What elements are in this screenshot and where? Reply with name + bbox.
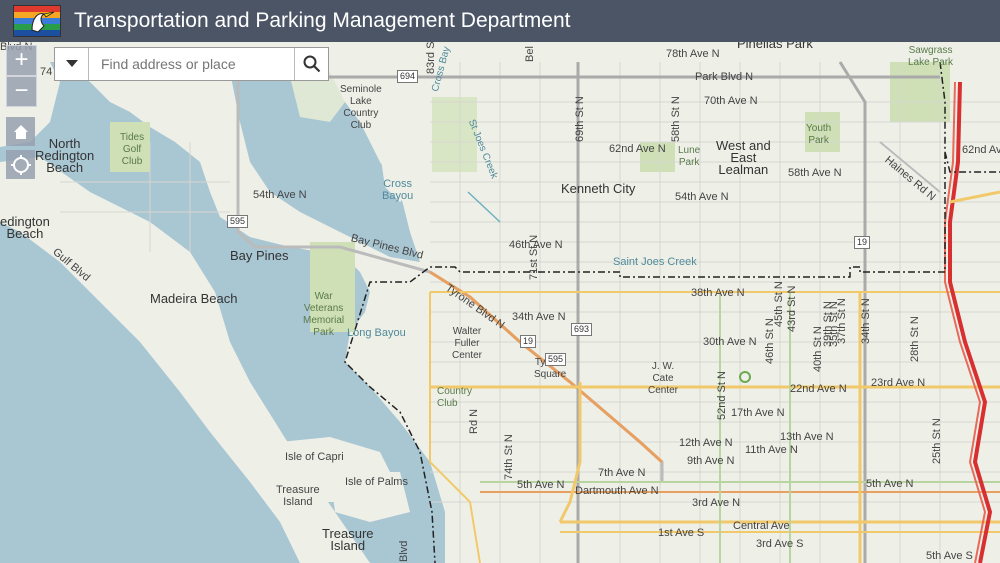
label-saint-joes-creek: Saint Joes Creek: [613, 256, 697, 268]
street-5th-ave-n-left: 5th Ave N: [517, 479, 565, 491]
street-30th-ave-n: 30th Ave N: [703, 336, 757, 348]
street-rd-n: Rd N: [468, 408, 480, 434]
street-17th-ave-n: 17th Ave N: [731, 407, 785, 419]
street-34th-st-n: 34th St N: [860, 298, 872, 344]
label-long-bayou: Long Bayou: [347, 327, 406, 339]
street-69th-st-n: 69th St N: [574, 96, 586, 142]
street-54th-ave-n-left: 54th Ave N: [253, 189, 307, 201]
street-3rd-ave-s: 3rd Ave S: [756, 538, 804, 550]
label-north-redington-beach: North Redington Beach: [35, 136, 95, 175]
street-38th-ave-n: 38th Ave N: [691, 287, 745, 299]
label-sawgrass-lake-park: Sawgrass Lake Park: [908, 45, 954, 68]
label-treasure-island: Treasure Island: [322, 526, 374, 553]
route-shield-19-a: 19: [854, 236, 871, 249]
street-62nd-ave-n-right: 62nd Ave N: [962, 144, 1000, 156]
label-war-veterans-memorial-park: War Veterans Memorial Park: [303, 291, 345, 338]
street-central-ave: Central Ave: [733, 520, 790, 532]
zoom-out-button[interactable]: −: [6, 76, 37, 107]
route-shield-693: 693: [571, 323, 593, 336]
street-35th-st-n: 35th St N: [828, 301, 840, 347]
street-left-cut-b: 74: [40, 66, 53, 78]
street-25th-st-n: 25th St N: [931, 418, 943, 464]
street-3rd-ave-n: 3rd Ave N: [692, 497, 741, 509]
label-bay-pines: Bay Pines: [230, 248, 289, 263]
label-tides-golf-club: Tides Golf Club: [120, 132, 145, 167]
street-62nd-ave-n: 62nd Ave N: [609, 143, 666, 155]
label-treasure-island-small: Treasure Island: [276, 484, 320, 508]
street-58th-ave-n: 58th Ave N: [788, 167, 842, 179]
street-12th-ave-n: 12th Ave N: [679, 437, 733, 449]
label-madeira-beach: Madeira Beach: [150, 291, 238, 306]
street-5th-ave-s: 5th Ave S: [926, 550, 973, 562]
search-source-dropdown[interactable]: [55, 48, 89, 80]
street-9th-ave-n: 9th Ave N: [687, 455, 735, 467]
label-seminole-lake-cc: Seminole Lake Country Club: [340, 84, 382, 131]
route-shield-595: 595: [227, 215, 249, 228]
locate-icon: [10, 154, 31, 175]
street-34th-ave-n: 34th Ave N: [512, 311, 566, 323]
map-view[interactable]: North Redington Beach edington Beach Bay…: [0, 37, 1000, 563]
street-54th-ave-n-mid: 54th Ave N: [675, 191, 729, 203]
search-widget: [54, 47, 329, 81]
search-icon: [303, 55, 320, 73]
label-lune-park: Lune Park: [678, 145, 701, 168]
street-71st-st-n: 71st St N: [528, 234, 540, 280]
label-kenneth-city: Kenneth City: [561, 181, 636, 196]
street-22nd-ave-n: 22nd Ave N: [790, 383, 847, 395]
street-83rd-st: 83rd St: [425, 38, 437, 74]
label-redington-beach: edington Beach: [0, 214, 50, 241]
app-header: Transportation and Parking Management De…: [0, 0, 1000, 42]
label-isle-of-capri: Isle of Capri: [285, 451, 344, 463]
home-icon: [13, 124, 28, 139]
street-dartmouth-ave-n: Dartmouth Ave N: [575, 485, 659, 497]
route-shield-595-b: 595: [545, 353, 567, 366]
street-bel: Bel: [524, 46, 536, 62]
zoom-control: + −: [6, 45, 37, 107]
label-isle-of-palms: Isle of Palms: [345, 476, 408, 488]
street-45th-st-n: 45th St N: [773, 281, 785, 327]
city-logo: [13, 5, 61, 37]
street-52nd-st-n: 52nd St N: [716, 371, 728, 420]
label-walter-fuller-center: Walter Fuller Center: [452, 326, 483, 361]
street-park-blvd-n: Park Blvd N: [695, 71, 754, 83]
street-43rd-st-n: 43rd St N: [786, 285, 798, 332]
street-5th-ave-n-right: 5th Ave N: [866, 478, 914, 490]
label-country-club: Country Club: [437, 386, 473, 409]
search-input[interactable]: [89, 48, 294, 80]
street-11th-ave-n: 11th Ave N: [745, 444, 798, 456]
page-title: Transportation and Parking Management De…: [74, 9, 571, 32]
label-jw-cate-center: J. W. Cate Center: [648, 361, 679, 396]
street-70th-ave-n: 70th Ave N: [704, 95, 758, 107]
route-shield-694: 694: [397, 70, 419, 83]
street-13th-ave-n: 13th Ave N: [780, 431, 834, 443]
street-blvd-bottom: Blvd: [398, 540, 410, 562]
street-23rd-ave-n: 23rd Ave N: [871, 377, 926, 389]
label-youth-park: Youth Park: [806, 123, 832, 146]
zoom-in-button[interactable]: +: [6, 45, 37, 76]
search-button[interactable]: [294, 48, 328, 80]
street-78th-ave-n: 78th Ave N: [666, 48, 720, 60]
label-cross-bayou: Cross Bayou: [382, 178, 414, 202]
street-1st-ave-s: 1st Ave S: [658, 527, 705, 539]
chevron-down-icon: [65, 60, 78, 67]
street-7th-ave-n: 7th Ave N: [598, 467, 646, 479]
home-button[interactable]: [6, 117, 35, 146]
street-28th-st-n: 28th St N: [909, 316, 921, 362]
street-74th-st-n: 74th St N: [503, 434, 515, 480]
locate-button[interactable]: [6, 150, 35, 179]
route-shield-19-b: 19: [520, 335, 537, 348]
label-west-east-lealman: West and East Lealman: [716, 138, 771, 177]
street-58th-st-n: 58th St N: [670, 96, 682, 142]
